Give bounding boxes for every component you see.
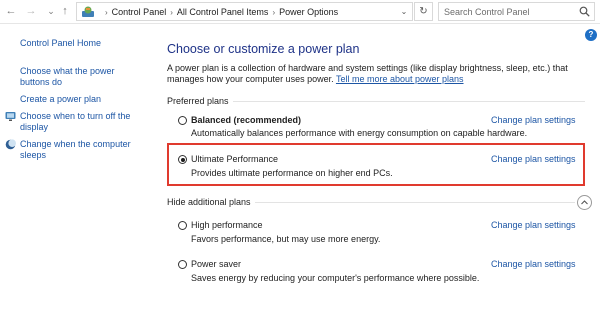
high-performance-plan-name[interactable]: High performance: [191, 220, 263, 230]
breadcrumb-separator-icon: ›: [105, 8, 108, 17]
page-description: A power plan is a collection of hardware…: [167, 63, 587, 85]
computer-sleeps-link[interactable]: Change when the computer sleeps: [20, 139, 145, 161]
breadcrumb-control-panel[interactable]: Control Panel: [112, 5, 167, 19]
forward-arrow-icon[interactable]: →: [24, 4, 38, 18]
power-saver-plan-name[interactable]: Power saver: [191, 259, 241, 269]
breadcrumb: › Control Panel › All Control Panel Items › P…: [101, 5, 338, 19]
breadcrumb-all-items[interactable]: All Control Panel Items: [177, 5, 269, 19]
search-icon[interactable]: [579, 6, 590, 17]
display-monitor-icon: [5, 112, 16, 121]
address-field[interactable]: › Control Panel › All Control Panel Items › P…: [76, 2, 413, 21]
high-performance-plan-description: Favors performance, but may use more ene…: [191, 234, 381, 244]
preferred-plans-label: Preferred plans: [167, 96, 233, 106]
breadcrumb-separator-icon[interactable]: ›: [170, 6, 173, 20]
page-title: Choose or customize a power plan: [167, 42, 360, 56]
balanced-radio[interactable]: [178, 116, 187, 125]
balanced-plan-description: Automatically balances performance with …: [191, 128, 528, 138]
address-dropdown-icon[interactable]: ⌄: [399, 5, 409, 19]
power-buttons-link[interactable]: Choose what the power buttons do: [20, 66, 145, 88]
recent-locations-chevron-icon[interactable]: ⌄: [44, 4, 58, 18]
highlight-box: [167, 143, 585, 186]
high-performance-change-settings-link[interactable]: Change plan settings: [491, 220, 576, 230]
high-performance-radio[interactable]: [178, 221, 187, 230]
create-power-plan-link[interactable]: Create a power plan: [20, 94, 101, 105]
chevron-up-icon: [581, 200, 588, 205]
power-saver-plan-description: Saves energy by reducing your computer's…: [191, 273, 480, 283]
sleep-moon-icon: [5, 139, 16, 150]
breadcrumb-separator-icon[interactable]: ›: [272, 6, 275, 20]
hide-additional-plans-label[interactable]: Hide additional plans: [167, 197, 255, 207]
breadcrumb-power-options[interactable]: Power Options: [279, 5, 338, 19]
power-saver-change-settings-link[interactable]: Change plan settings: [491, 259, 576, 269]
collapse-additional-plans-button[interactable]: [577, 195, 592, 210]
control-panel-home-link[interactable]: Control Panel Home: [20, 38, 101, 49]
back-arrow-icon[interactable]: ←: [4, 4, 18, 18]
turn-off-display-link[interactable]: Choose when to turn off the display: [20, 111, 145, 133]
balanced-change-settings-link[interactable]: Change plan settings: [491, 115, 576, 125]
ultimate-performance-plan-description: Provides ultimate performance on higher …: [191, 168, 393, 178]
balanced-plan-name[interactable]: Balanced (recommended): [191, 115, 301, 125]
control-panel-icon: [82, 6, 94, 17]
address-bar: ← → ⌄ ↑ › Control Panel › All Control Panel…: [0, 0, 600, 24]
search-box[interactable]: [438, 2, 595, 21]
search-input[interactable]: [439, 3, 569, 20]
ultimate-performance-radio[interactable]: [178, 155, 187, 164]
ultimate-performance-plan-name[interactable]: Ultimate Performance: [191, 154, 278, 164]
power-saver-radio[interactable]: [178, 260, 187, 269]
ultimate-performance-change-settings-link[interactable]: Change plan settings: [491, 154, 576, 164]
refresh-button[interactable]: ↻: [414, 2, 433, 21]
help-icon[interactable]: ?: [585, 29, 597, 41]
learn-more-power-plans-link[interactable]: Tell me more about power plans: [336, 74, 464, 84]
up-arrow-icon[interactable]: ↑: [58, 4, 72, 18]
